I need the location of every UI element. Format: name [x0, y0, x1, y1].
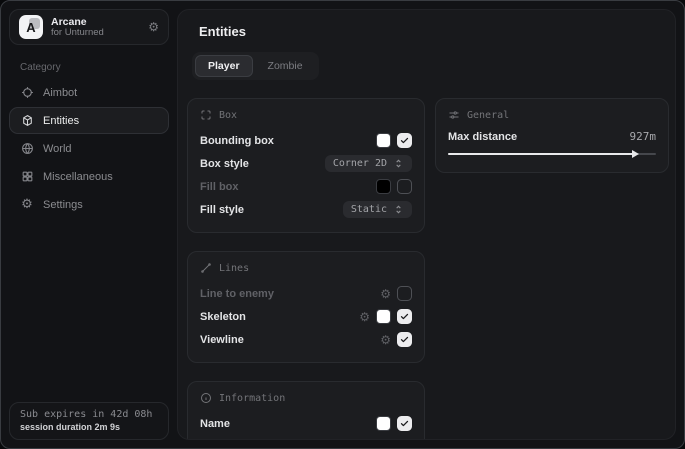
checkbox[interactable] — [397, 309, 412, 324]
section-lines: Lines Line to enemy ⚙ Skeleton — [187, 251, 425, 363]
color-swatch[interactable] — [376, 179, 391, 194]
row-viewline: Viewline ⚙ — [200, 329, 412, 350]
category-label: Category — [20, 62, 169, 73]
session-duration-text: session duration 2m 9s — [20, 422, 158, 432]
subscription-card: Sub expires in 42d 08h session duration … — [9, 402, 169, 440]
account-gear-icon[interactable]: ⚙ — [148, 21, 159, 33]
section-information-header: Information — [200, 392, 412, 404]
sidebar-item-label: Miscellaneous — [43, 171, 113, 183]
color-swatch[interactable] — [376, 133, 391, 148]
checkbox[interactable] — [397, 332, 412, 347]
section-box-header: Box — [200, 109, 412, 121]
section-information: Information Name Distance — [187, 381, 425, 440]
grid-icon — [20, 170, 34, 184]
app-name: Arcane — [51, 16, 104, 28]
sliders-icon — [448, 109, 460, 121]
row-box-style: Box style Corner 2D — [200, 153, 412, 174]
cube-icon — [20, 114, 34, 128]
sidebar-item-miscellaneous[interactable]: Miscellaneous — [9, 163, 169, 190]
crosshair-icon — [20, 86, 34, 100]
gear-icon[interactable]: ⚙ — [359, 311, 370, 323]
check-icon — [400, 136, 409, 145]
section-box: Box Bounding box Box style — [187, 98, 425, 233]
sidebar-item-label: World — [43, 143, 72, 155]
row-name: Name — [200, 413, 412, 434]
checkbox[interactable] — [397, 179, 412, 194]
logo-card: A Arcane for Unturned ⚙ — [9, 9, 169, 45]
tab-zombie[interactable]: Zombie — [255, 55, 316, 77]
fill-style-dropdown[interactable]: Static — [343, 201, 412, 218]
app-subtitle: for Unturned — [51, 28, 104, 39]
row-skeleton: Skeleton ⚙ — [200, 306, 412, 327]
gear-icon[interactable]: ⚙ — [380, 334, 391, 346]
slider-fill[interactable] — [448, 153, 637, 155]
section-general: General Max distance 927m — [435, 98, 669, 173]
app-logo: A — [19, 15, 43, 39]
row-fill-box: Fill box — [200, 176, 412, 197]
checkbox[interactable] — [397, 416, 412, 431]
line-icon — [200, 262, 212, 274]
main-panel: Entities Player Zombie Box Bounding box — [177, 9, 676, 440]
box-style-dropdown[interactable]: Corner 2D — [325, 155, 412, 172]
row-fill-style: Fill style Static — [200, 199, 412, 220]
section-general-header: General — [448, 109, 656, 121]
max-distance-value: 927m — [630, 130, 657, 143]
section-lines-header: Lines — [200, 262, 412, 274]
tab-group: Player Zombie — [192, 52, 319, 80]
color-swatch[interactable] — [376, 416, 391, 431]
gear-icon[interactable]: ⚙ — [380, 288, 391, 300]
selector-icon — [393, 158, 404, 169]
sidebar-item-label: Aimbot — [43, 87, 77, 99]
row-max-distance: Max distance 927m — [448, 130, 656, 143]
check-icon — [400, 419, 409, 428]
row-distance: Distance — [200, 436, 412, 440]
checkbox[interactable] — [397, 286, 412, 301]
sidebar-item-label: Entities — [43, 115, 79, 127]
info-icon — [200, 392, 212, 404]
selector-icon — [393, 204, 404, 215]
check-icon — [400, 312, 409, 321]
row-line-to-enemy: Line to enemy ⚙ — [200, 283, 412, 304]
sub-expiry-text: Sub expires in 42d 08h — [20, 409, 158, 420]
color-swatch[interactable] — [376, 309, 391, 324]
max-distance-slider[interactable] — [448, 148, 656, 160]
checkbox[interactable] — [397, 133, 412, 148]
check-icon — [400, 335, 409, 344]
sidebar-item-entities[interactable]: Entities — [9, 107, 169, 134]
sidebar-item-label: Settings — [43, 199, 83, 211]
app-window: A Arcane for Unturned ⚙ Category Aimbot … — [0, 0, 685, 449]
sidebar-item-aimbot[interactable]: Aimbot — [9, 79, 169, 106]
sidebar-item-world[interactable]: World — [9, 135, 169, 162]
page-title: Entities — [199, 24, 669, 39]
sidebar: A Arcane for Unturned ⚙ Category Aimbot … — [1, 1, 177, 448]
logo-letter: A — [26, 20, 35, 35]
color-swatch[interactable] — [376, 439, 391, 440]
sidebar-item-settings[interactable]: ⚙ Settings — [9, 191, 169, 218]
box-corners-icon — [200, 109, 212, 121]
globe-icon — [20, 142, 34, 156]
tab-player[interactable]: Player — [195, 55, 253, 77]
gear-icon: ⚙ — [20, 198, 34, 212]
sidebar-nav: Aimbot Entities World Miscellaneous — [9, 79, 169, 219]
checkbox[interactable] — [397, 439, 412, 440]
row-bounding-box: Bounding box — [200, 130, 412, 151]
